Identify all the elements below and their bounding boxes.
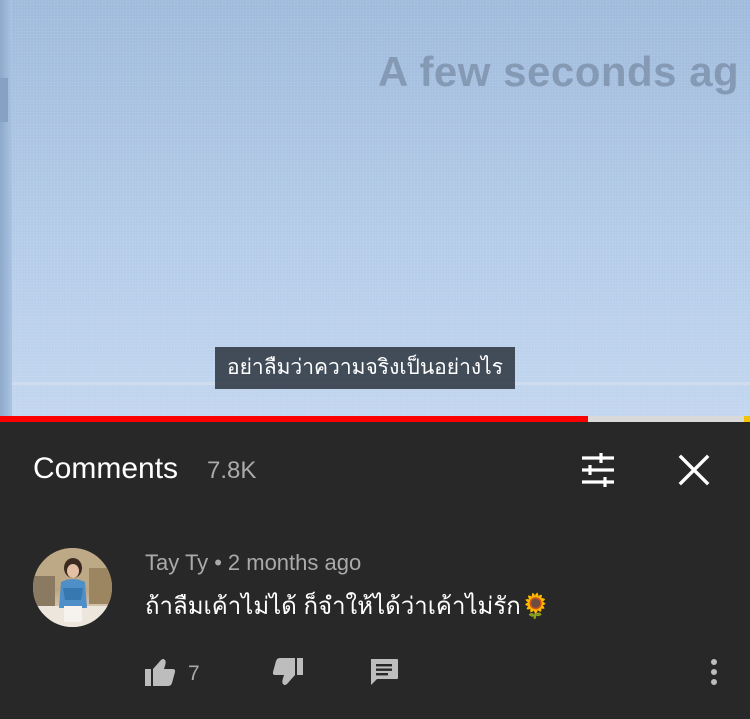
reply-button[interactable] [364, 650, 404, 694]
close-icon [678, 454, 710, 486]
comment-author[interactable]: Tay Ty [145, 550, 208, 575]
thumbs-down-icon [272, 658, 303, 685]
comment-item: Tay Ty • 2 months ago ถ้าลืมเค้าไม่ได้ ก็จ… [0, 518, 750, 718]
video-caption: อย่าลืมว่าความจริงเป็นอย่างไร [215, 347, 515, 389]
comments-count: 7.8K [207, 457, 257, 484]
avatar[interactable] [33, 548, 112, 627]
video-player[interactable]: A few seconds ag อย่าลืมว่าความจริงเป็นอ… [0, 0, 750, 419]
like-count: 7 [188, 662, 200, 685]
comment-text: ถ้าลืมเค้าไม่ได้ ก็จำให้ได้ว่าเค้าไม่รัก… [145, 593, 551, 620]
monitor-bezel [0, 0, 12, 419]
bezel-notch [0, 78, 8, 122]
sort-filter-icon [582, 453, 614, 487]
video-screen-text: A few seconds ag [378, 48, 740, 95]
comments-title: Comments [33, 452, 179, 485]
avatar-photo [33, 548, 112, 627]
thumbs-up-icon [145, 659, 176, 686]
more-options-button[interactable] [700, 650, 728, 694]
sort-filter-button[interactable] [576, 448, 620, 492]
comments-panel: Comments 7.8K Tay Ty • 2 months ago ถ้าล… [0, 422, 750, 719]
dislike-button[interactable] [268, 650, 308, 694]
comment-time: 2 months ago [227, 550, 362, 575]
comment-actions: 7 [0, 650, 750, 700]
comment-meta: Tay Ty • 2 months ago [145, 550, 361, 576]
meta-separator: • [214, 550, 222, 575]
comments-header: Comments 7.8K [0, 422, 750, 518]
like-button[interactable] [140, 650, 180, 694]
reply-comment-icon [371, 659, 398, 685]
more-vert-icon [711, 659, 717, 685]
close-comments-button[interactable] [672, 448, 716, 492]
